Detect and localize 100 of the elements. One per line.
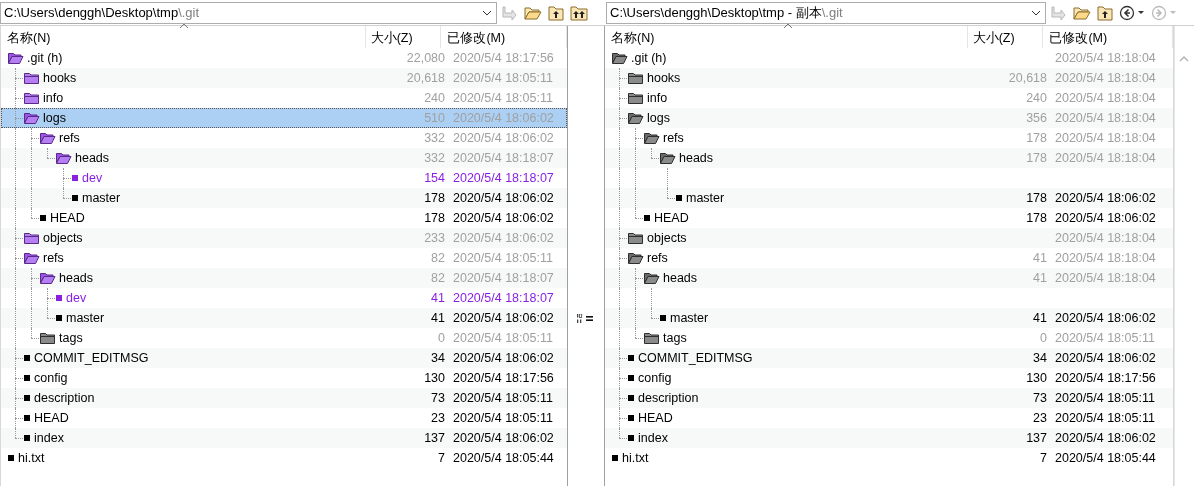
tree-row[interactable]: heads 332 2020/5/4 18:18:07 xyxy=(1,148,567,168)
size-cell-text: 82 xyxy=(430,271,446,285)
path-field[interactable]: C:\Users\denggh\Desktop\tmp\.git xyxy=(0,1,497,24)
modified-cell-text: 2020/5/4 18:06:02 xyxy=(452,431,555,445)
column-header[interactable]: 大小(Z) xyxy=(967,26,1044,48)
file-name: dev xyxy=(82,171,103,185)
file-icon xyxy=(628,435,634,441)
tree-row[interactable]: objects 233 2020/5/4 18:06:02 xyxy=(1,228,567,248)
column-header[interactable]: 名称(N) xyxy=(605,26,968,48)
size-cell-text: 332 xyxy=(423,151,446,165)
folder-name: info xyxy=(43,91,64,105)
folder-name: hooks xyxy=(647,71,681,85)
path-field[interactable]: C:\Users\denggh\Desktop\tmp - 副本\.git xyxy=(606,1,1046,24)
modified-cell-text: 2020/5/4 18:05:11 xyxy=(452,391,554,405)
size-cell-text: 178 xyxy=(1025,191,1048,205)
folder-up-icon[interactable] xyxy=(570,4,588,21)
size-cell-text: 178 xyxy=(423,211,446,225)
folder-name: logs xyxy=(647,111,670,125)
file-name: HEAD xyxy=(50,211,85,225)
tree-row[interactable]: hi.txt 7 2020/5/4 18:05:44 xyxy=(605,448,1173,468)
folder-icon[interactable] xyxy=(524,4,542,21)
file-name: index xyxy=(34,431,64,445)
tree-row[interactable]: .git (h) 22,080 2020/5/4 18:17:56 xyxy=(1,48,567,68)
file-icon xyxy=(72,175,78,181)
modified-cell-text: 2020/5/4 18:17:56 xyxy=(452,51,555,65)
file-name: description xyxy=(34,391,95,405)
modified-cell-text: 2020/5/4 18:18:07 xyxy=(452,291,555,305)
file-icon xyxy=(24,355,30,361)
modified-cell-text: 2020/5/4 18:05:11 xyxy=(1054,391,1156,405)
back-icon[interactable] xyxy=(1119,4,1145,21)
column-header[interactable]: 已修改(M) xyxy=(441,26,567,48)
tree-row[interactable]: master 178 2020/5/4 18:06:02 xyxy=(605,188,1173,208)
tree-row[interactable]: index 137 2020/5/4 18:06:02 xyxy=(1,428,567,448)
modified-cell-text: 2020/5/4 18:18:04 xyxy=(1054,131,1157,145)
dropdown-icon[interactable] xyxy=(482,9,492,16)
tree-row[interactable]: hooks 20,618 2020/5/4 18:18:04 xyxy=(605,68,1173,88)
size-cell-text: 73 xyxy=(1032,391,1048,405)
modified-cell-text: 2020/5/4 18:18:04 xyxy=(1054,151,1157,165)
modified-cell-text: 2020/5/4 18:06:02 xyxy=(452,191,555,205)
file-icon xyxy=(628,415,634,421)
file-icon xyxy=(56,315,62,321)
folder-up-icon[interactable] xyxy=(548,4,564,21)
modified-cell-text: 2020/5/4 18:18:04 xyxy=(1054,91,1157,105)
modified-cell-text: 2020/5/4 18:06:02 xyxy=(1054,211,1157,225)
size-cell-text: 41 xyxy=(430,311,446,325)
modified-cell-text: 2020/5/4 18:06:02 xyxy=(452,311,555,325)
folder-name: refs xyxy=(59,131,80,145)
file-name: index xyxy=(638,431,668,445)
tree-row[interactable]: heads 178 2020/5/4 18:18:04 xyxy=(605,148,1173,168)
column-header[interactable]: 大小(Z) xyxy=(365,26,442,48)
tree-row[interactable]: heads 82 2020/5/4 18:18:07 xyxy=(1,268,567,288)
modified-cell-text: 2020/5/4 18:18:04 xyxy=(1054,111,1157,125)
tree-row[interactable]: COMMIT_EDITMSG 34 2020/5/4 18:06:02 xyxy=(605,348,1173,368)
column-header[interactable]: 名称(N) xyxy=(1,26,366,48)
folder-name: refs xyxy=(43,251,64,265)
tree-row[interactable]: COMMIT_EDITMSG 34 2020/5/4 18:06:02 xyxy=(1,348,567,368)
folder-icon[interactable] xyxy=(1073,4,1091,21)
tree-row[interactable]: logs 510 2020/5/4 18:06:02 xyxy=(1,108,567,128)
tree-row[interactable]: hi.txt 7 2020/5/4 18:05:44 xyxy=(1,448,567,468)
scroll-up-icon[interactable] xyxy=(1178,56,1189,62)
file-icon xyxy=(72,195,78,201)
folder-name: refs xyxy=(663,131,684,145)
tree-row[interactable]: master 41 2020/5/4 18:06:02 xyxy=(605,308,1173,328)
folder-name: heads xyxy=(59,271,94,285)
tree-row[interactable]: .git (h) 2020/5/4 18:18:04 xyxy=(605,48,1173,68)
size-cell-text: 178 xyxy=(1025,211,1048,225)
tree-row[interactable]: objects 2020/5/4 18:18:04 xyxy=(605,228,1173,248)
tree-row[interactable]: heads 41 2020/5/4 18:18:04 xyxy=(605,268,1173,288)
folder-name: heads xyxy=(663,271,698,285)
sort-caret-icon xyxy=(179,23,189,29)
tree-row[interactable]: master 178 2020/5/4 18:06:02 xyxy=(1,188,567,208)
size-cell-text: 240 xyxy=(423,91,446,105)
size-cell-text: 73 xyxy=(430,391,446,405)
sort-caret-icon xyxy=(783,23,793,29)
tree-row[interactable]: description 73 2020/5/4 18:05:11 xyxy=(1,388,567,408)
tree-row[interactable]: index 137 2020/5/4 18:06:02 xyxy=(605,428,1173,448)
folder-name: heads xyxy=(679,151,714,165)
size-cell-text: 510 xyxy=(423,111,446,125)
modified-cell-text: 2020/5/4 18:05:11 xyxy=(452,251,554,265)
tree-row[interactable]: description 73 2020/5/4 18:05:11 xyxy=(605,388,1173,408)
file-name: COMMIT_EDITMSG xyxy=(638,351,753,365)
folder-name: logs xyxy=(43,111,66,125)
dropdown-icon[interactable] xyxy=(1031,9,1041,16)
tree-row[interactable]: logs 356 2020/5/4 18:18:04 xyxy=(605,108,1173,128)
modified-cell-text: 2020/5/4 18:18:07 xyxy=(452,171,555,185)
modified-cell-text: 2020/5/4 18:17:56 xyxy=(1054,371,1157,385)
size-cell-text: 7 xyxy=(437,451,446,465)
folder-up-icon[interactable] xyxy=(1097,4,1113,21)
size-cell-text: 34 xyxy=(1032,351,1048,365)
file-icon xyxy=(628,375,634,381)
tree-row[interactable]: hooks 20,618 2020/5/4 18:05:11 xyxy=(1,68,567,88)
size-cell-text: 130 xyxy=(1025,371,1048,385)
size-cell-text: 356 xyxy=(1025,111,1048,125)
column-header[interactable]: 已修改(M) xyxy=(1043,26,1173,48)
file-icon xyxy=(24,375,30,381)
size-cell-text: 332 xyxy=(423,131,446,145)
size-cell-text: 178 xyxy=(1025,151,1048,165)
tree-row[interactable]: master 41 2020/5/4 18:06:02 xyxy=(1,308,567,328)
modified-cell-text: 2020/5/4 18:06:02 xyxy=(452,111,555,125)
modified-cell-text: 2020/5/4 18:18:04 xyxy=(1054,251,1157,265)
